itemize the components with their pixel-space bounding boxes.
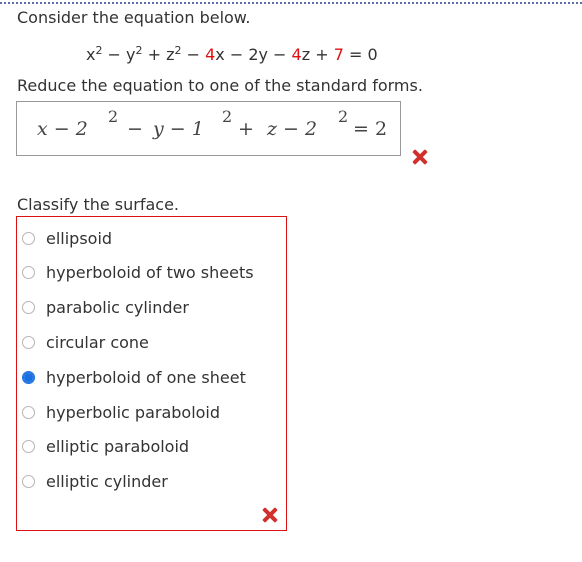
option-label: circular cone xyxy=(46,332,149,352)
x-mark-icon xyxy=(412,149,428,165)
option-label: parabolic cylinder xyxy=(46,297,189,317)
option-hyperbolic-paraboloid[interactable]: hyperbolic paraboloid xyxy=(22,401,220,423)
answer-term-1: x − 2 xyxy=(37,118,88,140)
answer-exponent-3: 2 xyxy=(338,107,349,126)
intro-text: Consider the equation below. xyxy=(17,8,251,27)
option-hyperboloid-one-sheet[interactable]: hyperboloid of one sheet xyxy=(22,366,246,388)
radio-button[interactable] xyxy=(22,439,35,453)
option-label: hyperboloid of one sheet xyxy=(46,367,246,387)
answer-rhs: = 2 xyxy=(353,118,388,140)
radio-button[interactable] xyxy=(22,474,35,488)
x-mark-icon xyxy=(262,507,278,523)
classification-options: ellipsoid hyperboloid of two sheets para… xyxy=(16,216,287,531)
radio-button[interactable] xyxy=(22,300,35,314)
top-dotted-divider xyxy=(0,2,582,4)
option-label: elliptic cylinder xyxy=(46,471,168,491)
radio-button[interactable] xyxy=(22,335,35,349)
answer-term-3: z − 2 xyxy=(267,118,318,140)
classify-prompt: Classify the surface. xyxy=(17,195,180,214)
given-equation: x2 − y2 + z2 − 4x − 2y − 4z + 7 = 0 xyxy=(86,44,378,64)
option-ellipsoid[interactable]: ellipsoid xyxy=(22,227,112,249)
option-label: hyperbolic paraboloid xyxy=(46,402,221,422)
answer-operator-1: − xyxy=(127,118,143,140)
radio-button[interactable] xyxy=(22,231,35,245)
radio-button[interactable] xyxy=(22,265,35,279)
standard-form-answer-box[interactable]: x − 2 2 − y − 1 2 + z − 2 2 = 2 xyxy=(16,101,401,156)
option-circular-cone[interactable]: circular cone xyxy=(22,331,149,353)
option-elliptic-paraboloid[interactable]: elliptic paraboloid xyxy=(22,435,189,457)
answer-term-2: y − 1 xyxy=(153,118,204,140)
option-parabolic-cylinder[interactable]: parabolic cylinder xyxy=(22,296,189,318)
reduce-prompt: Reduce the equation to one of the standa… xyxy=(17,76,423,95)
option-label: hyperboloid of two sheets xyxy=(46,262,254,282)
option-hyperboloid-two-sheets[interactable]: hyperboloid of two sheets xyxy=(22,261,254,283)
answer-exponent-2: 2 xyxy=(222,107,233,126)
option-label: elliptic paraboloid xyxy=(46,436,190,456)
radio-button[interactable] xyxy=(22,405,35,419)
answer-exponent-1: 2 xyxy=(108,107,119,126)
radio-button-selected[interactable] xyxy=(22,370,35,384)
answer-operator-2: + xyxy=(238,118,254,140)
option-label: ellipsoid xyxy=(46,228,113,248)
option-elliptic-cylinder[interactable]: elliptic cylinder xyxy=(22,470,168,492)
